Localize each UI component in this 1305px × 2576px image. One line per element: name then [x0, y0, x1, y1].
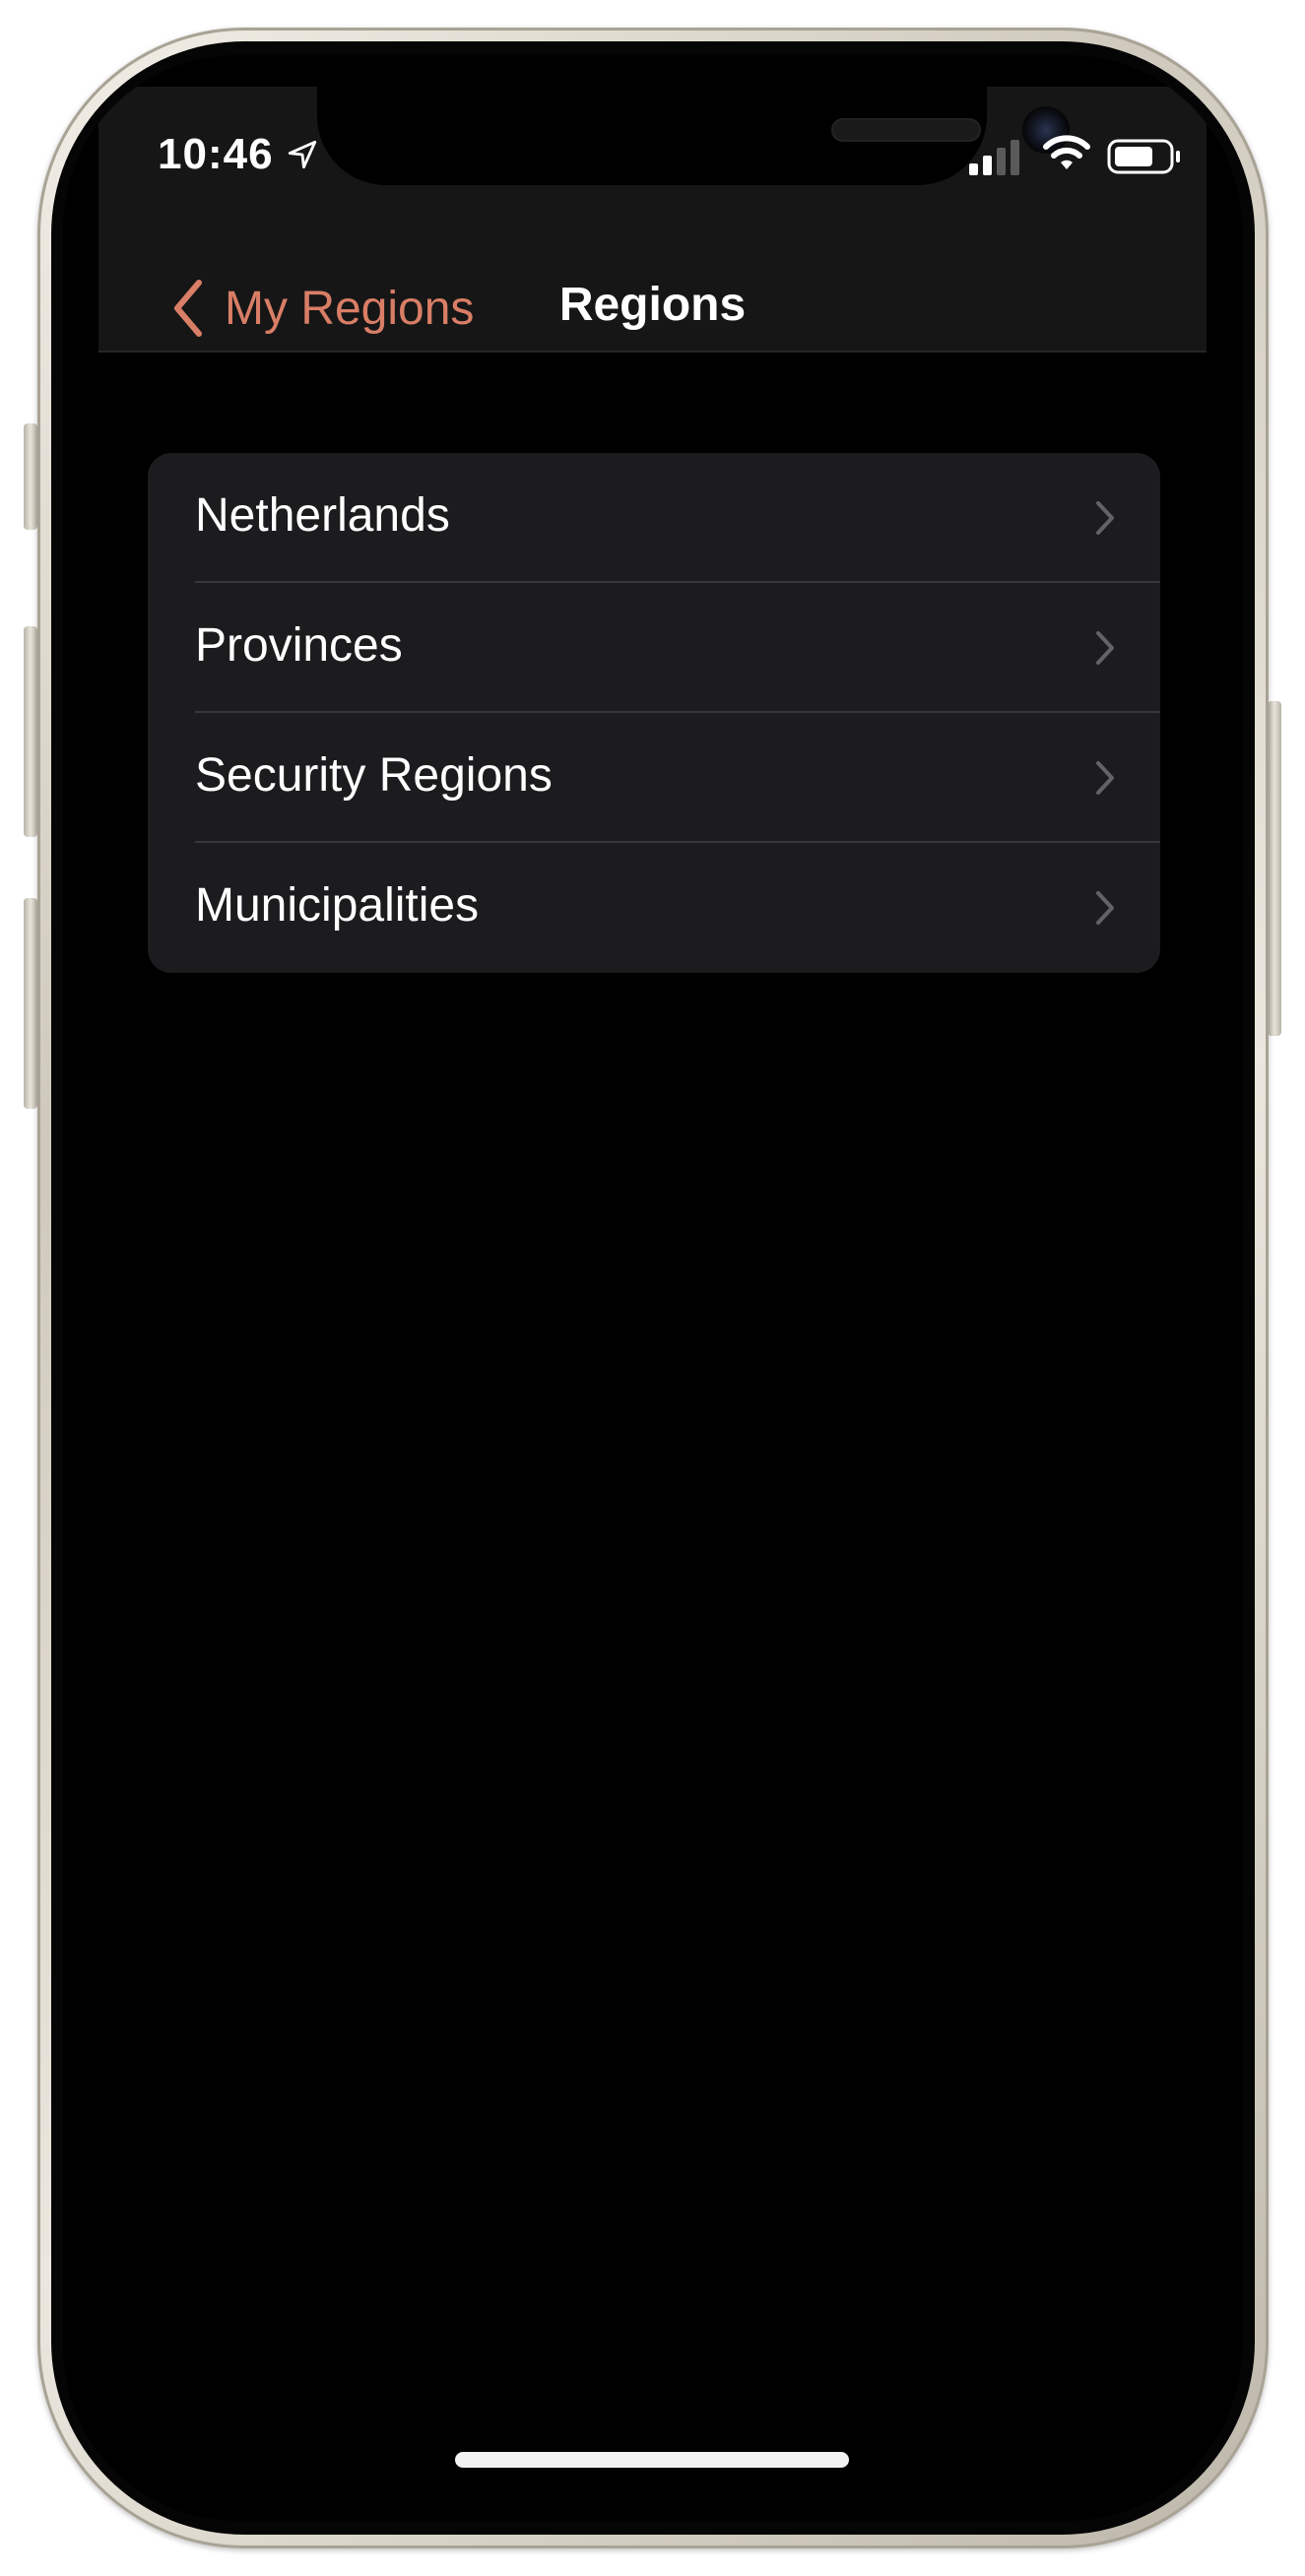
cellular-signal-icon: [969, 140, 1019, 175]
chevron-right-icon: [1096, 631, 1114, 665]
power-button: [1268, 701, 1281, 1036]
location-arrow-icon: [288, 140, 317, 169]
volume-up-button: [24, 626, 37, 837]
list-item-label: Municipalities: [195, 879, 480, 932]
list-item-provinces[interactable]: Provinces: [148, 583, 1160, 713]
chevron-right-icon: [1096, 761, 1114, 795]
notch: [317, 55, 1070, 185]
volume-down-button: [24, 898, 37, 1109]
silent-switch: [24, 423, 37, 530]
chevron-right-icon: [1096, 891, 1114, 925]
list-item-municipalities[interactable]: Municipalities: [148, 843, 1160, 973]
screen: 10:46 My Regions Regions Netherlands Pro…: [63, 55, 1242, 2521]
battery-icon: [1107, 139, 1180, 174]
list-item-label: Security Regions: [195, 749, 553, 802]
wifi-icon: [1043, 135, 1090, 169]
chevron-right-icon: [1096, 501, 1114, 535]
list-item-label: Provinces: [195, 619, 403, 672]
list-item-label: Netherlands: [195, 489, 450, 542]
list-item-security-regions[interactable]: Security Regions: [148, 713, 1160, 843]
list-item-netherlands[interactable]: Netherlands: [148, 453, 1160, 583]
speaker-grille: [831, 118, 981, 142]
status-time: 10:46: [158, 130, 274, 178]
regions-list: Netherlands Provinces Security Regions M…: [148, 453, 1160, 973]
page-title: Regions: [558, 279, 747, 331]
home-indicator[interactable]: [455, 2452, 849, 2468]
